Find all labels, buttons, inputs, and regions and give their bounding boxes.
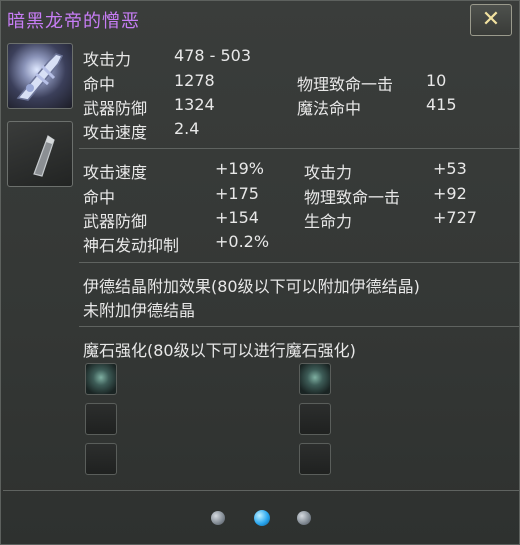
godstone-icon[interactable] (7, 121, 73, 187)
stat-parry-value: 1324 (174, 95, 215, 114)
page-dot-2-active[interactable] (254, 510, 270, 526)
manastone-socket-empty[interactable] (299, 403, 331, 435)
divider (79, 148, 519, 149)
page-dot-3[interactable] (297, 511, 311, 525)
bonus-crit-value: +92 (433, 184, 467, 203)
stat-attack-speed-value: 2.4 (174, 119, 200, 138)
bonus-godstone-resist-value: +0.2% (215, 232, 270, 251)
stat-attack-value: 478 - 503 (174, 46, 252, 65)
bonus-attack-speed-value: +19% (215, 159, 264, 178)
manastone-socket-empty[interactable] (299, 443, 331, 475)
bonus-hp-value: +727 (433, 208, 477, 227)
bonus-accuracy-value: +175 (215, 184, 259, 203)
manastone-socket-empty[interactable] (85, 443, 117, 475)
stat-attack-label: 攻击力 (83, 50, 132, 69)
manastone-socket-empty[interactable] (85, 403, 117, 435)
item-tooltip: 暗黑龙帝的憎恶 ✕ 攻击力 478 - 503 命中 1278 物理致命一击 1… (0, 0, 520, 545)
stat-accuracy-value: 1278 (174, 71, 215, 90)
manastone-socket-filled[interactable] (85, 363, 117, 395)
stat-magic-accuracy-label: 魔法命中 (297, 99, 362, 118)
stat-attack-speed-label: 攻击速度 (83, 123, 148, 142)
page-dot-1[interactable] (211, 511, 225, 525)
stat-parry-label: 武器防御 (83, 99, 148, 118)
close-button[interactable]: ✕ (470, 4, 512, 36)
crystal-status: 未附加伊德结晶 (83, 301, 196, 320)
bonus-attack-label: 攻击力 (304, 163, 353, 182)
bonus-attack-speed-label: 攻击速度 (83, 163, 148, 182)
bonus-accuracy-label: 命中 (83, 188, 116, 207)
bonus-godstone-resist-label: 神石发动抑制 (83, 236, 180, 255)
close-icon: ✕ (481, 7, 501, 32)
manastone-heading: 魔石强化(80级以下可以进行魔石强化) (83, 341, 356, 360)
crystal-heading: 伊德结晶附加效果(80级以下可以附加伊德结晶) (83, 277, 420, 296)
weapon-icon[interactable] (7, 43, 73, 109)
bonus-hp-label: 生命力 (304, 212, 353, 231)
divider (79, 326, 519, 327)
stat-crit-label: 物理致命一击 (297, 75, 394, 94)
bonus-attack-value: +53 (433, 159, 467, 178)
bonus-parry-value: +154 (215, 208, 259, 227)
manastone-socket-filled[interactable] (299, 363, 331, 395)
item-title: 暗黑龙帝的憎恶 (7, 11, 140, 32)
stat-accuracy-label: 命中 (83, 75, 116, 94)
footer-divider (3, 490, 519, 491)
bonus-crit-label: 物理致命一击 (304, 188, 401, 207)
stat-crit-value: 10 (426, 71, 447, 90)
stat-magic-accuracy-value: 415 (426, 95, 457, 114)
divider (79, 262, 519, 263)
bonus-parry-label: 武器防御 (83, 212, 148, 231)
